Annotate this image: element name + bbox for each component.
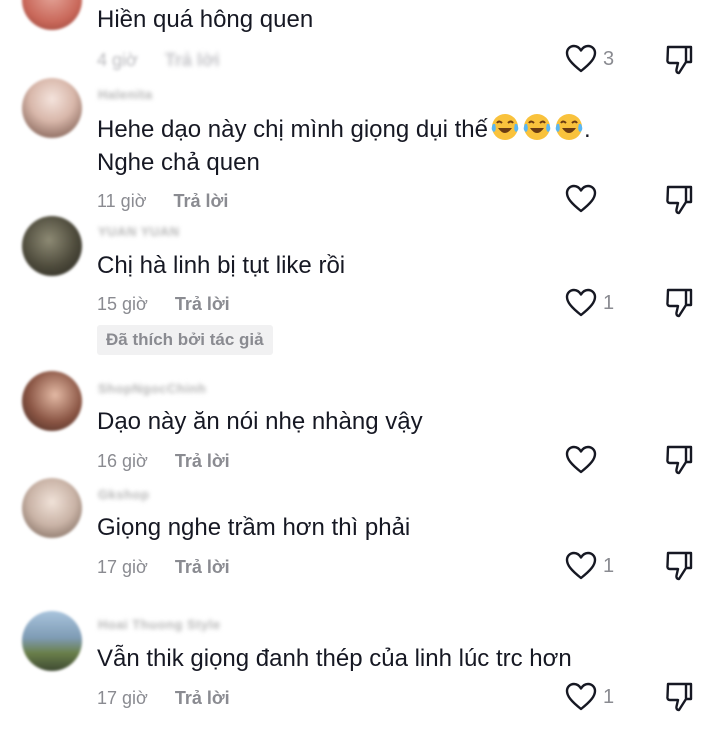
- comment-time: 11 giờ: [97, 191, 147, 211]
- avatar[interactable]: [22, 371, 82, 431]
- comment-text-line1: Hehe dạo này chị mình giọng dụi thế: [97, 116, 488, 143]
- comment-text-end: .: [583, 116, 591, 143]
- comment-text: Chị hà linh bị tụt like rồi: [97, 252, 346, 279]
- like-button[interactable]: [565, 183, 603, 215]
- comment-meta: 17 giờ Trả lời: [97, 688, 230, 709]
- heart-outline-icon: [565, 682, 597, 711]
- heart-outline-icon: [565, 445, 597, 474]
- comment-time: 16 giờ: [97, 451, 148, 471]
- comment-time: 15 giờ: [97, 294, 148, 314]
- dislike-icon[interactable]: [664, 444, 694, 476]
- comment-text: Dạo này ăn nói nhẹ nhàng vậy: [97, 408, 423, 435]
- comment-meta: 17 giờ Trả lời: [97, 557, 230, 578]
- heart-outline-icon: [565, 551, 597, 580]
- username[interactable]: Halenita: [98, 87, 153, 102]
- comment-text: Hiền quá hông quen: [97, 6, 314, 33]
- dislike-icon[interactable]: [664, 550, 694, 582]
- dislike-icon[interactable]: [664, 287, 694, 319]
- username[interactable]: Hoai Thuong Style: [98, 617, 221, 632]
- like-button[interactable]: 3: [565, 43, 614, 75]
- heart-outline-icon: [565, 44, 597, 73]
- like-button[interactable]: [565, 444, 603, 476]
- avatar[interactable]: [22, 0, 82, 30]
- comment-meta: 16 giờ Trả lời: [97, 451, 230, 472]
- like-button[interactable]: 1: [565, 681, 614, 713]
- comment-time: 4 giờ: [97, 50, 138, 70]
- comment-time: 17 giờ: [97, 557, 148, 577]
- heart-outline-icon: [565, 288, 597, 317]
- comment-text: Giọng nghe trầm hơn thì phải: [97, 514, 411, 541]
- username[interactable]: ShopNgocChinh: [98, 381, 206, 396]
- username[interactable]: YUAN YUAN: [98, 224, 180, 239]
- reply-button[interactable]: Trả lời: [175, 557, 230, 578]
- comment-meta: 11 giờ Trả lời: [97, 191, 228, 212]
- like-count: 1: [603, 685, 615, 708]
- avatar[interactable]: [22, 611, 82, 671]
- avatar[interactable]: [22, 78, 82, 138]
- dislike-icon[interactable]: [664, 681, 694, 713]
- comment-text: Vẫn thik giọng đanh thép của linh lúc tr…: [97, 645, 572, 672]
- comment-meta: 15 giờ Trả lời: [97, 294, 230, 315]
- face-with-tears-of-joy-icon: [523, 114, 551, 140]
- avatar[interactable]: [22, 478, 82, 538]
- dislike-icon[interactable]: [664, 184, 694, 216]
- reply-button[interactable]: Trả lời: [175, 294, 230, 315]
- like-button[interactable]: 1: [565, 287, 614, 319]
- comment-meta: 4 giờ Trả lời: [97, 50, 220, 71]
- liked-by-creator-badge: Đã thích bởi tác giả: [97, 325, 273, 355]
- face-with-tears-of-joy-icon: [555, 114, 583, 140]
- like-count: 1: [603, 291, 615, 314]
- comment-text: Hehe dạo này chị mình giọng dụi thế.: [97, 112, 591, 148]
- like-button[interactable]: 1: [565, 550, 614, 582]
- reply-button[interactable]: Trả lời: [175, 688, 230, 709]
- face-with-tears-of-joy-icon: [491, 114, 519, 140]
- comment-text-line2: Nghe chả quen: [97, 149, 260, 176]
- reply-button[interactable]: Trả lời: [165, 50, 220, 71]
- reply-button[interactable]: Trả lời: [174, 191, 229, 212]
- like-count: 1: [603, 554, 615, 577]
- heart-outline-icon: [565, 184, 597, 213]
- comment-time: 17 giờ: [97, 688, 148, 708]
- avatar[interactable]: [22, 216, 82, 276]
- dislike-icon[interactable]: [664, 44, 694, 76]
- reply-button[interactable]: Trả lời: [175, 451, 230, 472]
- username[interactable]: Gkshop: [98, 487, 149, 502]
- like-count: 3: [603, 47, 615, 70]
